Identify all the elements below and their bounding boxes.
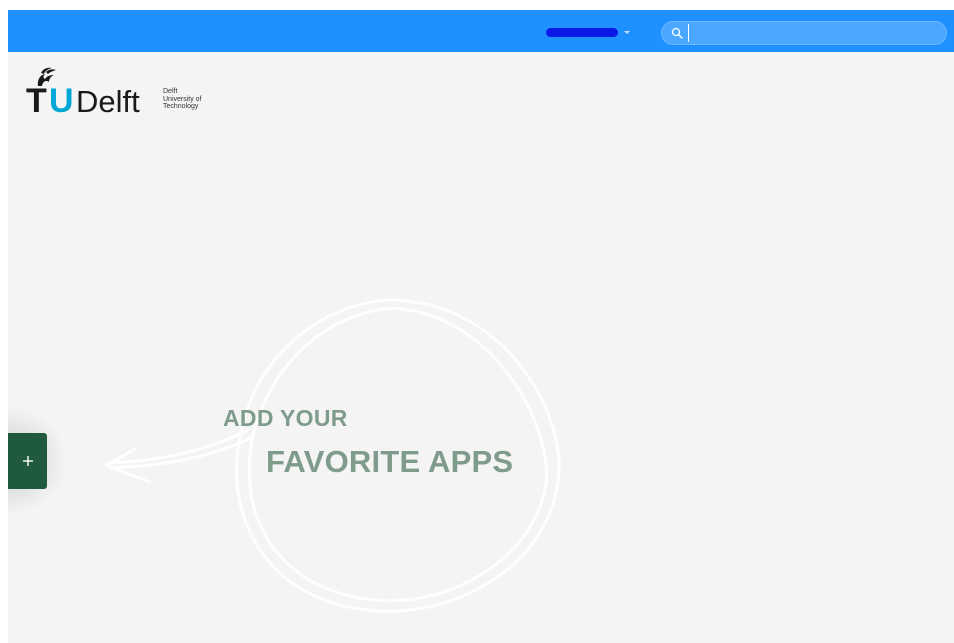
search-input[interactable] xyxy=(688,24,941,42)
logo-subtitle-line: University of xyxy=(163,95,202,103)
logo-wordmark: Delft xyxy=(76,84,140,119)
logo-letter-u: U xyxy=(49,82,74,120)
top-bar: user xyxy=(8,10,954,52)
logo-subtitle-line: Technology xyxy=(163,103,199,110)
search-box[interactable] xyxy=(661,21,947,45)
tu-delft-logo: T U Delft Delft University of Technology xyxy=(24,66,224,122)
add-app-button[interactable]: + xyxy=(8,433,47,489)
logo-subtitle-line: Delft xyxy=(163,88,178,95)
plus-icon xyxy=(22,456,33,466)
logo-letter-t: T xyxy=(26,82,47,120)
hint-title: ADD YOUR xyxy=(223,405,348,431)
user-name: user xyxy=(546,27,618,37)
logo-subtitle: Delft University of Technology xyxy=(163,88,202,111)
app-frame: user T U Delft Delft University of Techn… xyxy=(8,10,954,643)
user-menu[interactable]: user xyxy=(546,25,630,39)
chevron-down-icon xyxy=(624,30,630,34)
hint-subtitle: FAVORITE APPS xyxy=(266,444,514,479)
search-icon xyxy=(671,27,683,39)
